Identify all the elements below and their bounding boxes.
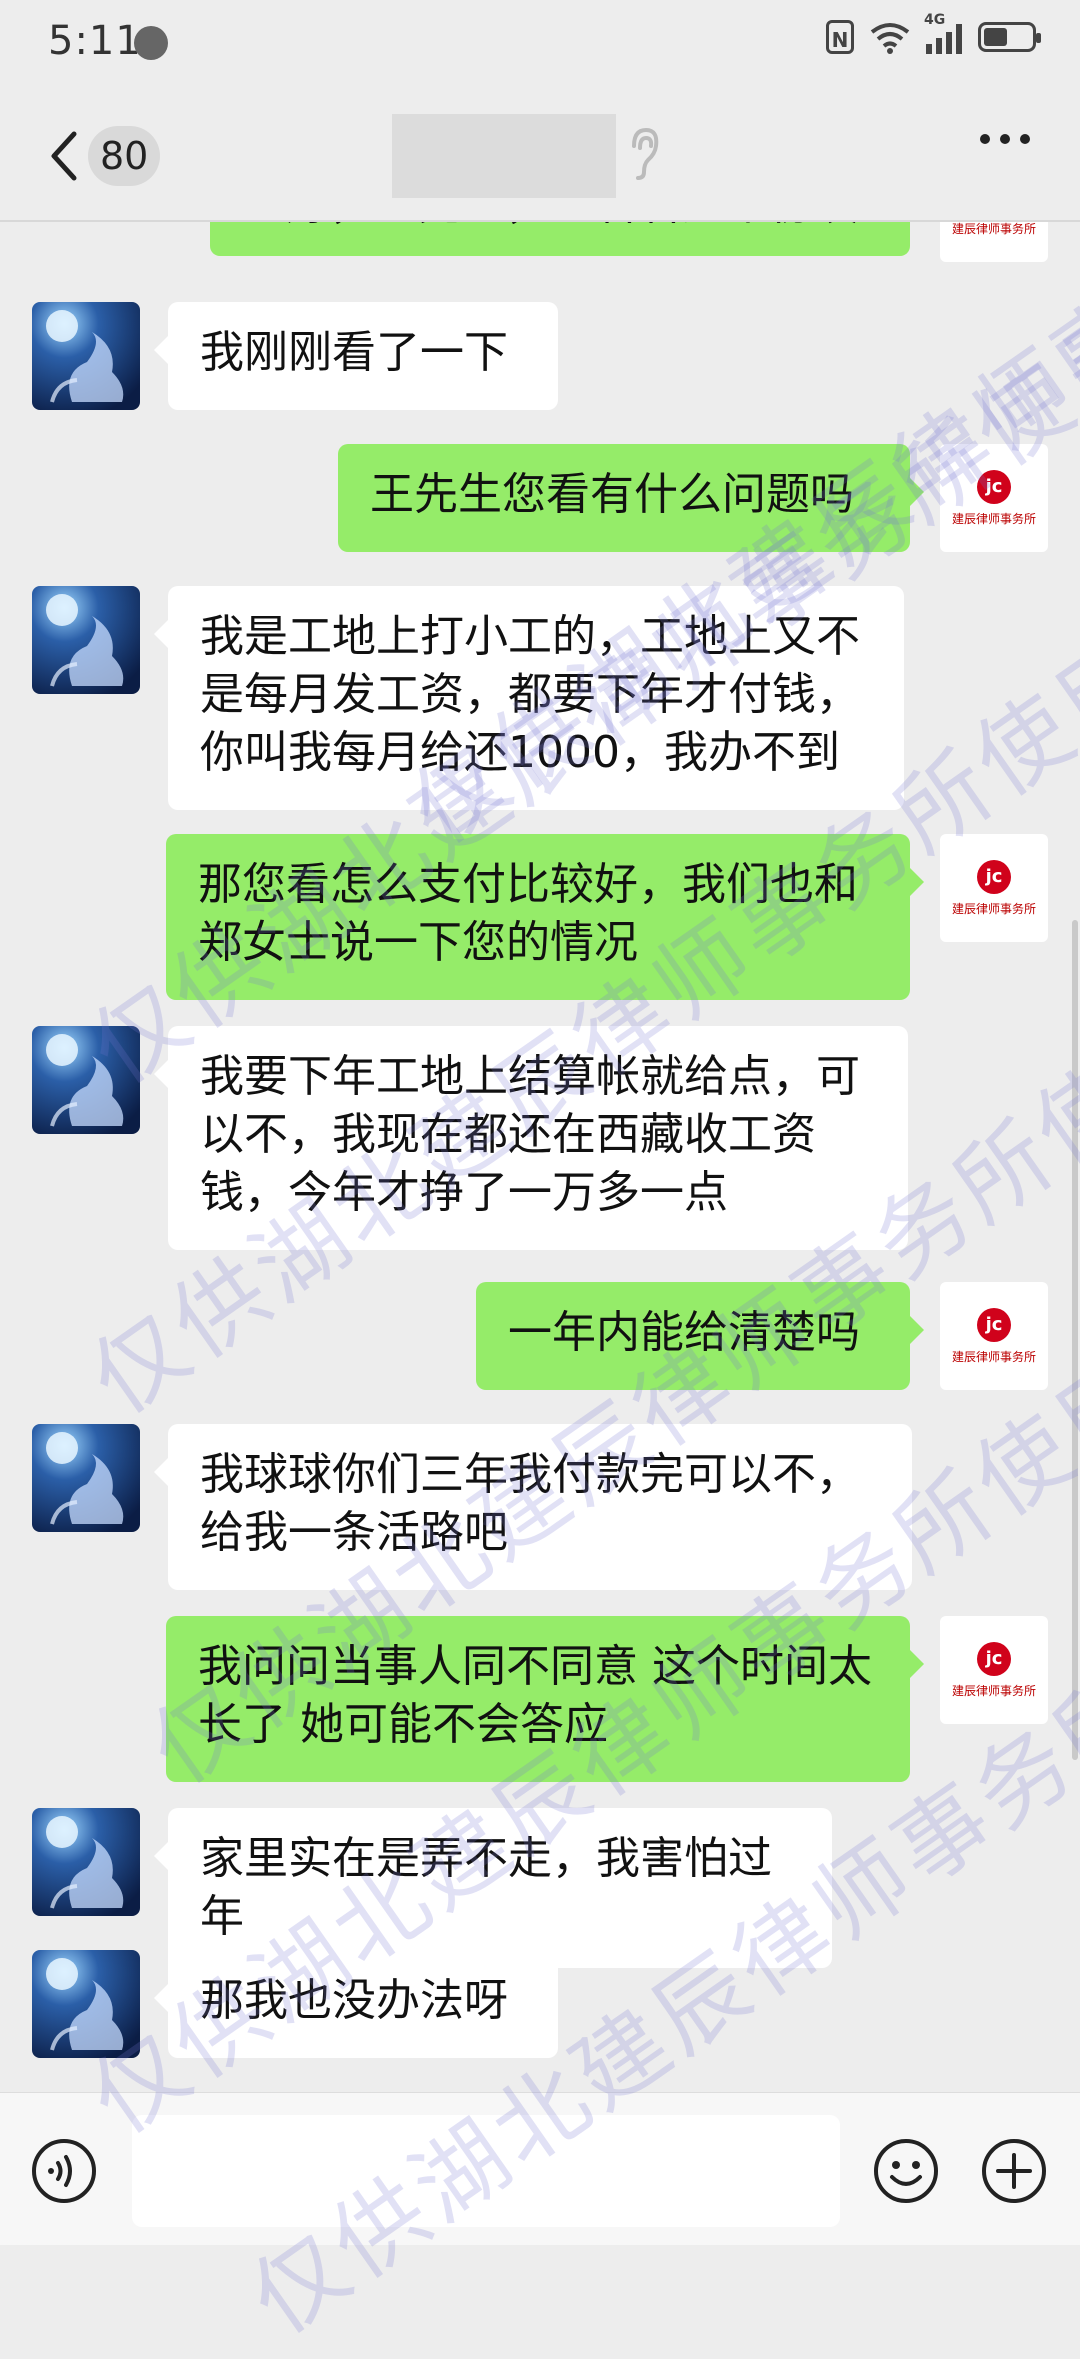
more-functions-button[interactable] <box>980 2137 1048 2205</box>
firm-logo-icon: jc <box>977 859 1011 894</box>
contact-avatar[interactable] <box>32 586 140 694</box>
contact-name-redacted <box>392 114 616 198</box>
firm-logo-label: 建辰律师事务所 <box>951 1349 1036 1364</box>
contact-avatar[interactable] <box>32 302 140 410</box>
chat-scrollbar[interactable] <box>1072 920 1078 1760</box>
voice-notification-icon <box>134 26 168 60</box>
chat-header: 80 <box>0 96 1080 222</box>
sent-message[interactable]: 我问问当事人同不同意 这个时间太长了 她可能不会答应 <box>166 1616 924 1782</box>
received-message[interactable]: 我要下年工地上结算帐就给点，可以不，我现在都还在西藏收工资钱，今年才挣了一万多一… <box>154 1026 908 1250</box>
battery-icon <box>978 22 1041 52</box>
nfc-icon: N <box>826 20 854 54</box>
firm-logo-icon: jc <box>977 1641 1011 1676</box>
wifi-icon <box>870 23 910 54</box>
contact-avatar[interactable] <box>32 1808 140 1916</box>
earpiece-mode-icon <box>632 127 659 180</box>
law-firm-avatar[interactable]: jc 建辰律师事务所 <box>940 1282 1048 1390</box>
law-firm-avatar[interactable]: jc 建辰律师事务所 <box>940 444 1048 552</box>
law-firm-avatar[interactable]: jc 建辰律师事务所 <box>940 834 1048 942</box>
unread-count-badge[interactable]: 80 <box>88 126 161 186</box>
firm-logo-label: 建辰律师事务所 <box>951 511 1036 526</box>
sent-message[interactable]: 您好，王先生，您看看这个协议 <box>210 220 910 256</box>
received-message[interactable]: 我是工地上打小工的，工地上又不是每月发工资，都要下年才付钱，你叫我每月给还100… <box>154 586 904 810</box>
firm-logo-icon: jc <box>977 1307 1011 1342</box>
input-bar <box>0 2092 1080 2245</box>
received-message[interactable]: 那我也没办法呀 <box>154 1950 558 2058</box>
cell-signal-icon: 4G <box>924 12 962 54</box>
firm-logo-icon: jc <box>977 469 1011 504</box>
sent-message[interactable]: 王先生您看有什么问题吗 <box>338 444 924 552</box>
voice-input-button[interactable] <box>30 2137 98 2205</box>
contact-avatar[interactable] <box>32 1026 140 1134</box>
status-bar: 5:11 N 4G <box>0 0 1080 90</box>
sent-message[interactable]: 一年内能给清楚吗 <box>476 1282 924 1390</box>
emoji-button[interactable] <box>872 2137 940 2205</box>
status-time: 5:11 <box>48 18 142 64</box>
received-message[interactable]: 家里实在是弄不走，我害怕过年 <box>154 1808 832 1968</box>
chat-message-list[interactable]: 您好，王先生，您看看这个协议jc建辰律师事务所我刚刚看了一下王先生您看有什么问题… <box>0 220 1080 2090</box>
back-arrow-icon[interactable] <box>44 126 92 186</box>
network-type: 4G <box>924 12 946 28</box>
contact-avatar[interactable] <box>32 1424 140 1532</box>
message-input[interactable] <box>132 2115 840 2227</box>
status-icons: N 4G <box>826 12 1041 54</box>
received-message[interactable]: 我刚刚看了一下 <box>154 302 558 410</box>
firm-logo-label: 建辰律师事务所 <box>951 221 1036 236</box>
firm-logo-label: 建辰律师事务所 <box>951 901 1036 916</box>
more-options-icon[interactable] <box>980 134 1030 144</box>
law-firm-avatar[interactable]: jc 建辰律师事务所 <box>940 1616 1048 1724</box>
sent-message[interactable]: 那您看怎么支付比较好，我们也和郑女士说一下您的情况 <box>166 834 924 1000</box>
law-firm-avatar[interactable]: jc建辰律师事务所 <box>940 220 1048 262</box>
received-message[interactable]: 我球球你们三年我付款完可以不，给我一条活路吧 <box>154 1424 912 1590</box>
contact-avatar[interactable] <box>32 1950 140 2058</box>
firm-logo-label: 建辰律师事务所 <box>951 1683 1036 1698</box>
